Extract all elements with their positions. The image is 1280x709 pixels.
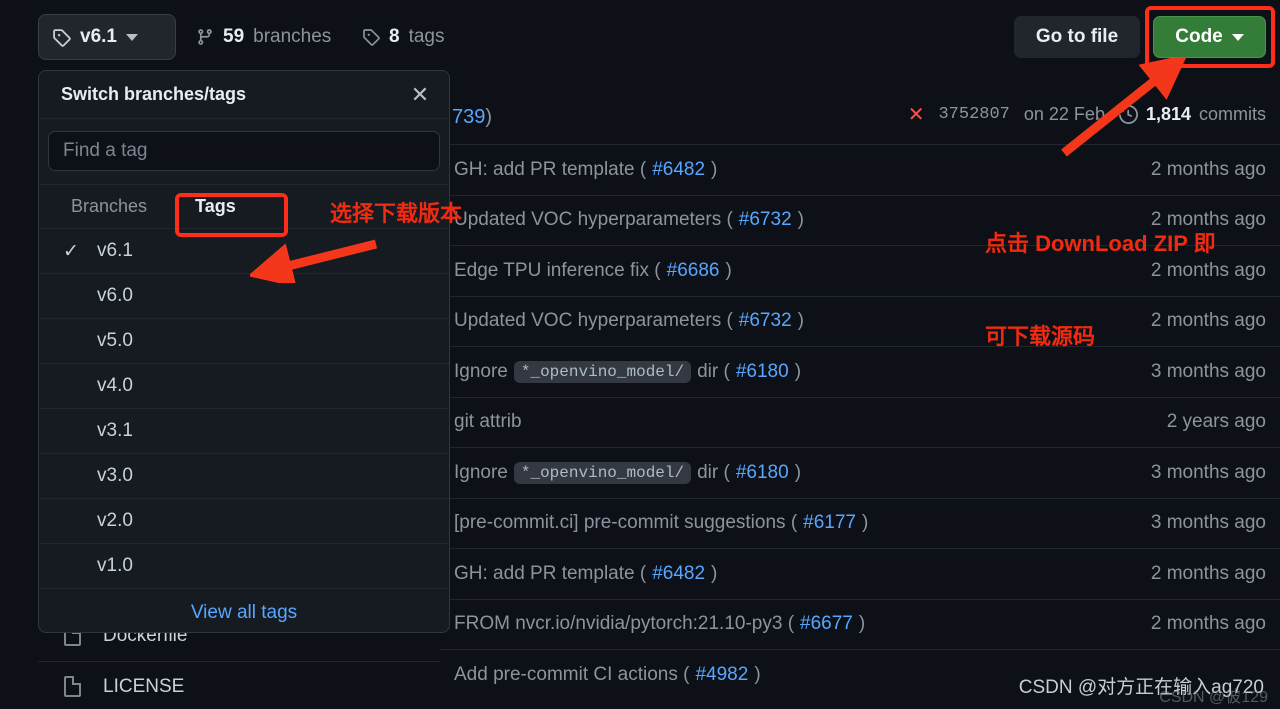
commit-message[interactable]: Edge TPU inference fix (#6686) <box>454 260 732 282</box>
tag-label: v3.1 <box>97 420 133 441</box>
commit-message[interactable]: git attrib <box>454 411 522 433</box>
dropdown-search-area <box>39 119 449 185</box>
branches-number: 59 <box>223 26 245 47</box>
tab-branches[interactable]: Branches <box>47 185 171 228</box>
annotation-download-zip-line1: 点击 DownLoad ZIP 即 <box>985 231 1216 256</box>
commit-age: 3 months ago <box>1150 512 1266 534</box>
commit-message[interactable]: Ignore *_openvino_model/dir (#6180) <box>454 360 801 383</box>
tag-icon <box>363 29 380 46</box>
issue-link[interactable]: #6732 <box>739 209 792 231</box>
commit-message-tail[interactable]: 739) <box>452 106 492 129</box>
dropdown-header: Switch branches/tags ✕ <box>39 71 449 119</box>
issue-link[interactable]: #6482 <box>652 159 705 181</box>
inline-code: *_openvino_model/ <box>513 461 692 484</box>
commit-row[interactable]: FROM nvcr.io/nvidia/pytorch:21.10-py3 (#… <box>440 598 1280 649</box>
annotation-arrow-to-tag-v6-1 <box>250 239 378 283</box>
commit-message[interactable]: FROM nvcr.io/nvidia/pytorch:21.10-py3 (#… <box>454 613 865 635</box>
check-icon: ✓ <box>63 240 79 262</box>
file-icon <box>64 676 81 697</box>
tag-label: v4.0 <box>97 375 133 396</box>
issue-link[interactable]: #6180 <box>736 462 789 484</box>
commit-message[interactable]: Add pre-commit CI actions (#4982) <box>454 664 761 686</box>
commit-row[interactable]: GH: add PR template (#6482) 2 months ago <box>440 548 1280 599</box>
branches-count[interactable]: 59 branches <box>196 26 331 48</box>
branches-label: branches <box>253 26 332 47</box>
commit-age: 3 months ago <box>1150 461 1266 483</box>
chevron-down-icon <box>125 33 138 41</box>
branch-tag-selector-button[interactable]: v6.1 <box>38 14 176 60</box>
issue-link[interactable]: #6686 <box>667 260 720 282</box>
tag-item-v3-0[interactable]: v3.0 <box>39 454 449 499</box>
go-to-file-label: Go to file <box>1035 26 1119 47</box>
search-input[interactable] <box>48 131 440 171</box>
inline-code: *_openvino_model/ <box>513 360 692 383</box>
tags-count[interactable]: 8 tags <box>362 26 445 48</box>
tag-item-v1-0[interactable]: v1.0 <box>39 544 449 589</box>
watermark-text-faint: CSDN @彼129 <box>1159 689 1268 706</box>
tags-number: 8 <box>389 26 400 47</box>
annotation-box-tags-tab <box>175 193 288 237</box>
commit-message[interactable]: Updated VOC hyperparameters (#6732) <box>454 209 804 231</box>
issue-link[interactable]: #6177 <box>803 512 856 534</box>
commit-age: 2 years ago <box>1166 411 1266 433</box>
tag-label: v1.0 <box>97 555 133 576</box>
branch-tag-dropdown: Switch branches/tags ✕ Branches Tags ✓ v… <box>38 70 450 633</box>
tag-item-v2-0[interactable]: v2.0 <box>39 499 449 544</box>
commit-message[interactable]: GH: add PR template (#6482) <box>454 563 717 585</box>
tag-label: v5.0 <box>97 330 133 351</box>
branch-tag-selector-label: v6.1 <box>80 26 117 47</box>
tag-label: v3.0 <box>97 465 133 486</box>
commit-message[interactable]: Ignore *_openvino_model/dir (#6180) <box>454 461 801 484</box>
tag-item-v4-0[interactable]: v4.0 <box>39 364 449 409</box>
go-to-file-button[interactable]: Go to file <box>1014 16 1140 58</box>
branch-icon <box>198 29 212 45</box>
annotation-arrow-to-code-button <box>1061 58 1188 157</box>
issue-link[interactable]: #6482 <box>652 563 705 585</box>
issue-link[interactable]: #4982 <box>695 664 748 686</box>
annotation-download-zip-text: 点击 DownLoad ZIP 即 可下载源码 <box>985 166 1216 414</box>
commit-row[interactable]: Ignore *_openvino_model/dir (#6180) 3 mon… <box>440 447 1280 498</box>
dropdown-title: Switch branches/tags <box>61 84 247 104</box>
issue-link[interactable]: #6180 <box>736 361 789 383</box>
commit-age: 2 months ago <box>1150 562 1266 584</box>
x-fail-icon[interactable]: ✕ <box>908 105 925 125</box>
file-row-license[interactable]: LICENSE <box>38 661 440 709</box>
annotation-select-version-text: 选择下载版本 <box>330 201 463 226</box>
file-name: LICENSE <box>103 675 185 697</box>
tags-label: tags <box>408 26 445 47</box>
commit-sha[interactable]: 3752807 <box>938 105 1009 124</box>
issue-link[interactable]: #6732 <box>739 310 792 332</box>
view-all-tags-link[interactable]: View all tags <box>39 589 449 632</box>
github-repo-page: Dockerfile LICENSE 739) ✕ 3752807 on 22 … <box>0 0 1280 709</box>
tag-item-v5-0[interactable]: v5.0 <box>39 319 449 364</box>
annotation-download-zip-line2: 可下载源码 <box>985 324 1096 349</box>
tag-item-v6-0[interactable]: v6.0 <box>39 274 449 319</box>
commit-message[interactable]: Updated VOC hyperparameters (#6732) <box>454 310 804 332</box>
commit-row[interactable]: [pre-commit.ci] pre-commit suggestions (… <box>440 497 1280 548</box>
commit-message[interactable]: [pre-commit.ci] pre-commit suggestions (… <box>454 512 868 534</box>
commit-message[interactable]: GH: add PR template (#6482) <box>454 159 717 181</box>
tag-label: v6.0 <box>97 285 133 306</box>
tag-item-v3-1[interactable]: v3.1 <box>39 409 449 454</box>
tag-label: v6.1 <box>97 240 133 261</box>
tag-icon <box>53 28 71 47</box>
tag-label: v2.0 <box>97 510 133 531</box>
issue-link[interactable]: #6677 <box>800 613 853 635</box>
commit-age: 2 months ago <box>1150 613 1266 635</box>
close-icon[interactable]: ✕ <box>407 82 433 108</box>
